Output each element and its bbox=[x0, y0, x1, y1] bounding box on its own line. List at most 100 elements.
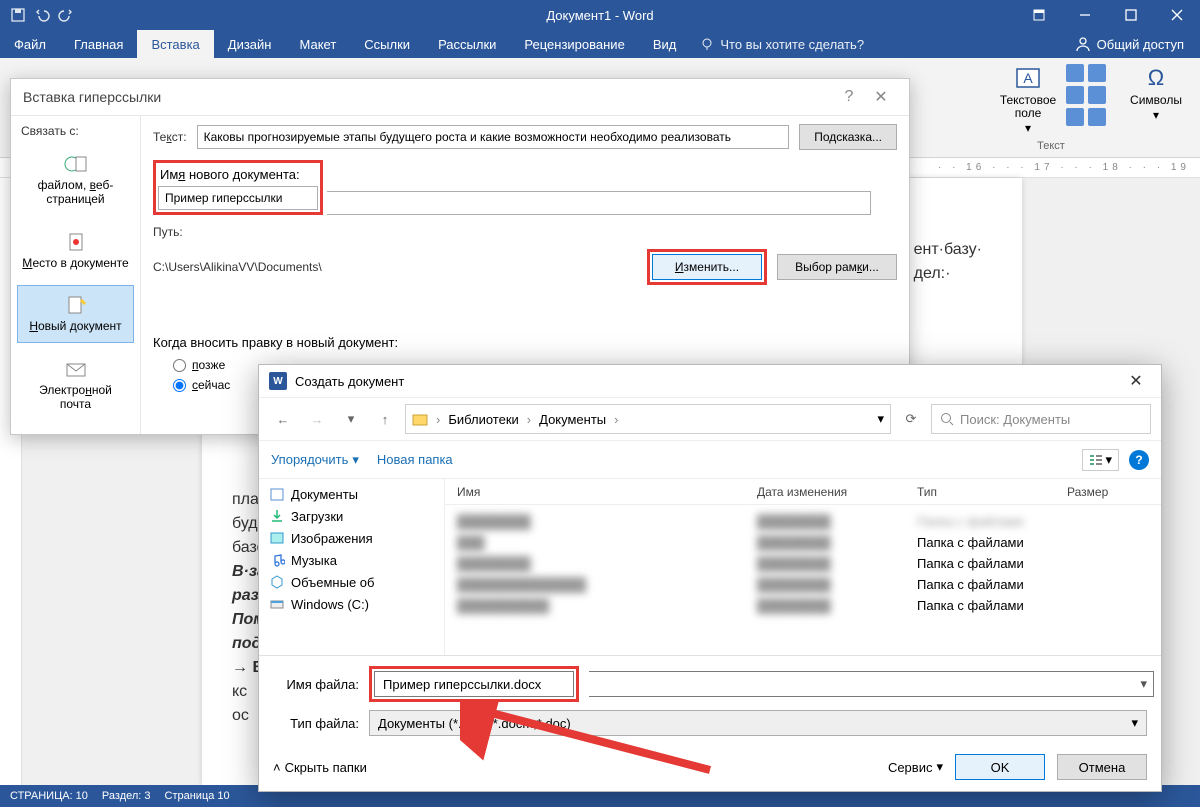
close-icon[interactable]: ✕ bbox=[1121, 371, 1151, 391]
dialog-title: Вставка гиперссылки bbox=[23, 89, 161, 105]
tab-insert[interactable]: Вставка bbox=[137, 30, 213, 58]
col-name[interactable]: Имя bbox=[457, 485, 757, 499]
annotation-arrow bbox=[460, 700, 720, 780]
search-placeholder: Поиск: Документы bbox=[960, 412, 1070, 427]
share-label: Общий доступ bbox=[1097, 37, 1184, 52]
crumb-documents[interactable]: Документы bbox=[539, 412, 606, 427]
help-icon[interactable]: ? bbox=[1129, 450, 1149, 470]
tree-pictures[interactable]: Изображения bbox=[267, 527, 436, 549]
newdoc-name-label: Имя нового документа: bbox=[158, 165, 318, 186]
list-item[interactable]: ██████████████████Папка с файлами bbox=[457, 595, 1149, 616]
list-item[interactable]: ████████████████Папка с файлами bbox=[457, 553, 1149, 574]
link-to-column: Связать с: файлом, веб-страницей Место в… bbox=[11, 116, 141, 434]
maximize-icon[interactable] bbox=[1108, 0, 1154, 30]
list-item[interactable]: ██████████████████████Папка с файлами bbox=[457, 574, 1149, 595]
tree-documents[interactable]: Документы bbox=[267, 483, 436, 505]
close-icon[interactable] bbox=[1154, 0, 1200, 30]
newdoc-icon bbox=[64, 294, 88, 316]
service-button[interactable]: Сервис ▾ bbox=[888, 759, 943, 775]
redo-icon[interactable] bbox=[58, 7, 74, 23]
col-date[interactable]: Дата изменения bbox=[757, 485, 917, 499]
linkto-place[interactable]: Место в документе bbox=[17, 222, 134, 279]
tab-mailings[interactable]: Рассылки bbox=[424, 30, 510, 58]
status-section[interactable]: Раздел: 3 bbox=[102, 790, 151, 802]
crumb-libraries[interactable]: Библиотеки bbox=[448, 412, 518, 427]
breadcrumb[interactable]: › Библиотеки › Документы › ▾ bbox=[405, 404, 891, 434]
path-label: Путь: bbox=[153, 225, 183, 239]
tab-home[interactable]: Главная bbox=[60, 30, 137, 58]
linkto-email[interactable]: Электронной почта bbox=[17, 349, 134, 421]
new-folder-button[interactable]: Новая папка bbox=[377, 452, 453, 467]
globe-file-icon bbox=[64, 153, 88, 175]
chevron-down-icon[interactable]: ▾ bbox=[877, 411, 884, 427]
folder-icon bbox=[412, 411, 428, 427]
tell-me[interactable]: Что вы хотите сделать? bbox=[690, 30, 874, 58]
save-icon[interactable] bbox=[10, 7, 26, 23]
linkto-newdoc[interactable]: Новый документ bbox=[17, 285, 134, 342]
dialog-titlebar: Вставка гиперссылки ? ✕ bbox=[11, 79, 909, 115]
undo-icon[interactable] bbox=[34, 7, 50, 23]
search-input[interactable]: Поиск: Документы bbox=[931, 404, 1151, 434]
display-text-input[interactable] bbox=[197, 125, 790, 149]
text-mini-buttons[interactable] bbox=[1066, 64, 1106, 126]
back-icon[interactable]: ← bbox=[269, 405, 297, 433]
tree-cdrive[interactable]: Windows (C:) bbox=[267, 593, 436, 615]
ok-button[interactable]: OK bbox=[955, 754, 1045, 780]
help-icon[interactable]: ? bbox=[833, 88, 865, 106]
tooltip-button[interactable]: Подсказка... bbox=[799, 124, 897, 150]
share-button[interactable]: Общий доступ bbox=[1059, 30, 1200, 58]
col-size[interactable]: Размер bbox=[1067, 485, 1120, 499]
close-icon[interactable]: ✕ bbox=[865, 87, 897, 107]
organize-button[interactable]: Упорядочить ▾ bbox=[271, 452, 359, 468]
group-symbols: Ω Символы ▾ bbox=[1124, 58, 1188, 157]
filename-input[interactable] bbox=[374, 671, 574, 697]
bookmark-icon bbox=[64, 231, 88, 253]
filename-input-ext[interactable] bbox=[589, 671, 1154, 697]
save-toolbar: Упорядочить ▾ Новая папка ▾ ? bbox=[259, 441, 1161, 479]
tab-view[interactable]: Вид bbox=[639, 30, 691, 58]
tab-layout[interactable]: Макет bbox=[285, 30, 350, 58]
status-pageof[interactable]: Страница 10 bbox=[165, 790, 230, 802]
minimize-icon[interactable] bbox=[1062, 0, 1108, 30]
hide-folders-button[interactable]: ˄ Скрыть папки bbox=[273, 760, 367, 775]
linkto-file-web[interactable]: файлом, веб-страницей bbox=[17, 144, 134, 216]
search-icon bbox=[940, 412, 954, 426]
tree-3d[interactable]: Объемные об bbox=[267, 571, 436, 593]
cancel-button[interactable]: Отмена bbox=[1057, 754, 1147, 780]
folder-tree[interactable]: Документы Загрузки Изображения Музыка Об… bbox=[259, 479, 445, 655]
linkto-place-label: Место в документе bbox=[22, 256, 128, 270]
up-icon[interactable]: ↑ bbox=[371, 405, 399, 433]
view-mode-button[interactable]: ▾ bbox=[1082, 449, 1119, 471]
list-columns: Имя Дата изменения Тип Размер bbox=[445, 479, 1161, 505]
col-type[interactable]: Тип bbox=[917, 485, 1067, 499]
path-value: C:\Users\AlikinaVV\Documents\ bbox=[153, 260, 637, 274]
textbox-button[interactable]: A Текстовое поле ▾ bbox=[996, 64, 1060, 136]
tab-references[interactable]: Ссылки bbox=[350, 30, 424, 58]
list-item[interactable]: ███████████Папка с файлами bbox=[457, 532, 1149, 553]
file-list[interactable]: Имя Дата изменения Тип Размер ██████████… bbox=[445, 479, 1161, 655]
newdoc-name-input-left[interactable] bbox=[158, 186, 318, 210]
refresh-icon[interactable]: ⟳ bbox=[897, 405, 925, 433]
newdoc-name-input-right[interactable] bbox=[327, 191, 871, 215]
tree-downloads[interactable]: Загрузки bbox=[267, 505, 436, 527]
group-symbols-caption bbox=[1154, 126, 1157, 138]
tab-design[interactable]: Дизайн bbox=[214, 30, 286, 58]
chevron-down-icon[interactable]: ▾ bbox=[1140, 676, 1147, 692]
frame-button[interactable]: Выбор рамки... bbox=[777, 254, 897, 280]
list-item[interactable]: ████████████████Папка с файлами bbox=[457, 511, 1149, 532]
tree-music[interactable]: Музыка bbox=[267, 549, 436, 571]
person-icon bbox=[1075, 36, 1091, 52]
symbols-button[interactable]: Ω Символы ▾ bbox=[1124, 64, 1188, 122]
ribbon-options-icon[interactable] bbox=[1016, 0, 1062, 30]
change-button[interactable]: Изменить... bbox=[652, 254, 762, 280]
tab-file[interactable]: Файл bbox=[0, 30, 60, 58]
forward-icon[interactable]: → bbox=[303, 405, 331, 433]
linkto-newdoc-label: Новый документ bbox=[29, 319, 121, 333]
recent-icon[interactable]: ▾ bbox=[337, 405, 365, 433]
symbols-label: Символы bbox=[1130, 94, 1182, 107]
textbox-icon: A bbox=[1014, 64, 1042, 92]
svg-text:Ω: Ω bbox=[1148, 65, 1164, 90]
status-page[interactable]: СТРАНИЦА: 10 bbox=[10, 790, 88, 802]
textbox-label: Текстовое поле bbox=[996, 94, 1060, 120]
tab-review[interactable]: Рецензирование bbox=[510, 30, 638, 58]
